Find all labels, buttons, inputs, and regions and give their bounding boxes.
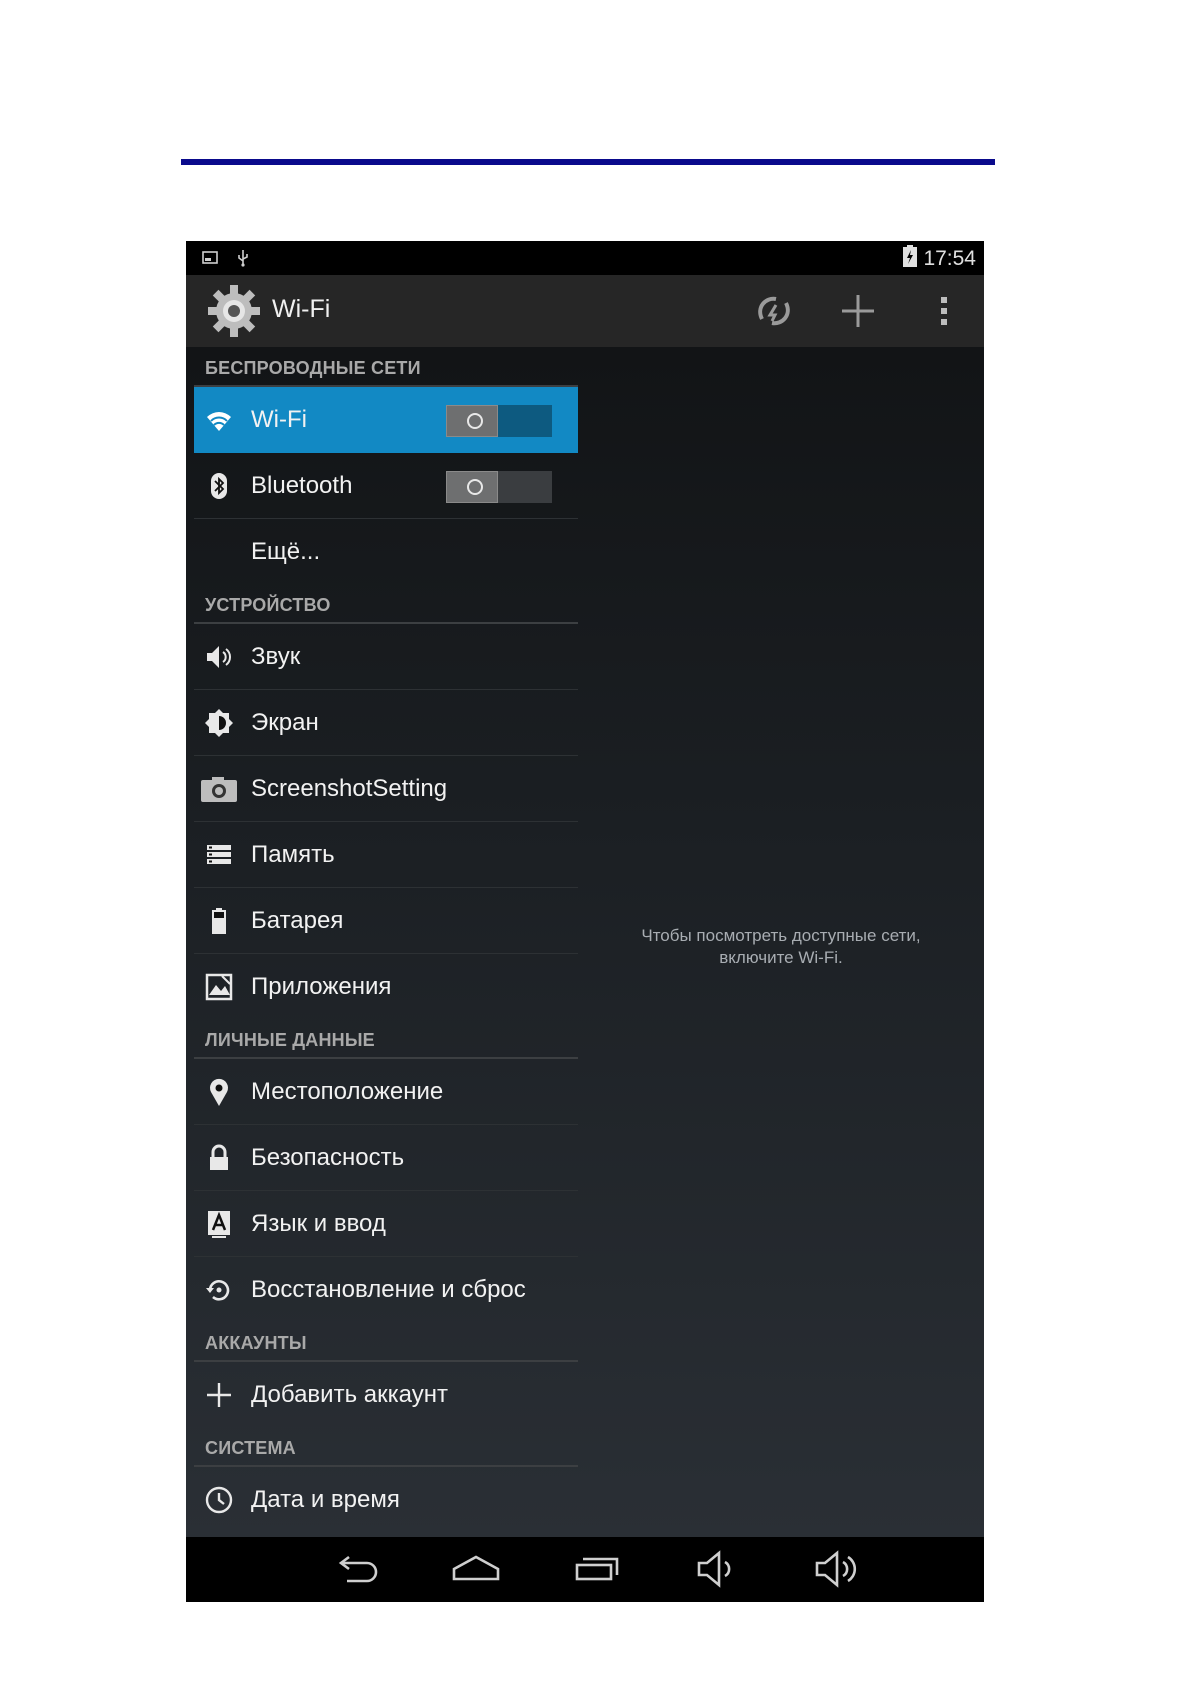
home-icon[interactable] — [451, 1549, 501, 1589]
add-icon — [204, 1380, 234, 1410]
sound-icon — [204, 642, 234, 672]
section-header-accounts: АККАУНТЫ — [194, 1322, 578, 1362]
list-item-more[interactable]: Ещё... — [194, 519, 578, 584]
navigation-bar — [186, 1537, 984, 1602]
list-item-security[interactable]: Безопасность — [194, 1125, 578, 1191]
list-item-battery[interactable]: Батарея — [194, 888, 578, 954]
list-item-backup-reset[interactable]: Восстановление и сброс — [194, 1257, 578, 1322]
bluetooth-icon — [204, 471, 234, 501]
settings-gear-icon[interactable] — [206, 283, 262, 339]
wifi-icon — [204, 405, 234, 435]
settings-list: БЕСПРОВОДНЫЕ СЕТИ Wi-Fi Bluetooth Ещё...… — [194, 347, 578, 1532]
location-icon — [204, 1077, 234, 1107]
restore-icon — [204, 1275, 234, 1305]
wps-icon[interactable] — [752, 289, 796, 333]
list-item-sound[interactable]: Звук — [194, 624, 578, 690]
screenshot-icon — [202, 251, 218, 270]
display-icon — [204, 708, 234, 738]
list-item-language-input[interactable]: Язык и ввод — [194, 1191, 578, 1257]
apps-icon — [204, 972, 234, 1002]
list-item-storage[interactable]: Память — [194, 822, 578, 888]
volume-down-icon[interactable] — [693, 1549, 743, 1589]
list-item-wifi[interactable]: Wi-Fi — [194, 387, 578, 453]
camera-icon — [200, 774, 238, 804]
list-item-add-account[interactable]: Добавить аккаунт — [194, 1362, 578, 1427]
language-icon — [204, 1209, 234, 1239]
list-item-screenshot-setting[interactable]: ScreenshotSetting — [194, 756, 578, 822]
list-item-location[interactable]: Местоположение — [194, 1059, 578, 1125]
lock-icon — [204, 1143, 234, 1173]
settings-content: БЕСПРОВОДНЫЕ СЕТИ Wi-Fi Bluetooth Ещё...… — [186, 347, 984, 1537]
action-bar: Wi-Fi — [186, 275, 984, 347]
list-item-bluetooth[interactable]: Bluetooth — [194, 453, 578, 519]
page-header-rule — [181, 159, 995, 165]
volume-up-icon[interactable] — [813, 1549, 863, 1589]
list-item-display[interactable]: Экран — [194, 690, 578, 756]
section-header-device: УСТРОЙСТВО — [194, 584, 578, 624]
add-network-icon[interactable] — [836, 289, 880, 333]
list-item-date-time[interactable]: Дата и время — [194, 1467, 578, 1532]
section-header-wireless: БЕСПРОВОДНЫЕ СЕТИ — [194, 347, 578, 387]
section-header-personal: ЛИЧНЫЕ ДАННЫЕ — [194, 1019, 578, 1059]
bluetooth-toggle[interactable] — [446, 471, 552, 503]
storage-icon — [204, 840, 234, 870]
wifi-toggle[interactable] — [446, 405, 552, 437]
clock-time: 17:54 — [923, 247, 976, 270]
recents-icon[interactable] — [572, 1549, 622, 1589]
list-item-apps[interactable]: Приложения — [194, 954, 578, 1019]
tablet-screen: 17:54 Wi-Fi БЕСПРОВОДНЫЕ СЕТИ Wi-Fi Blue… — [186, 241, 984, 1602]
battery-charging-icon — [903, 245, 918, 273]
action-bar-title: Wi-Fi — [272, 295, 331, 323]
back-icon[interactable] — [331, 1549, 381, 1589]
status-bar: 17:54 — [186, 241, 984, 275]
wifi-empty-message: Чтобы посмотреть доступные сети, включит… — [641, 926, 921, 967]
usb-icon — [236, 249, 250, 272]
overflow-menu-icon[interactable] — [922, 289, 966, 333]
clock-icon — [204, 1485, 234, 1515]
battery-icon — [204, 906, 234, 936]
section-header-system: СИСТЕМА — [194, 1427, 578, 1467]
